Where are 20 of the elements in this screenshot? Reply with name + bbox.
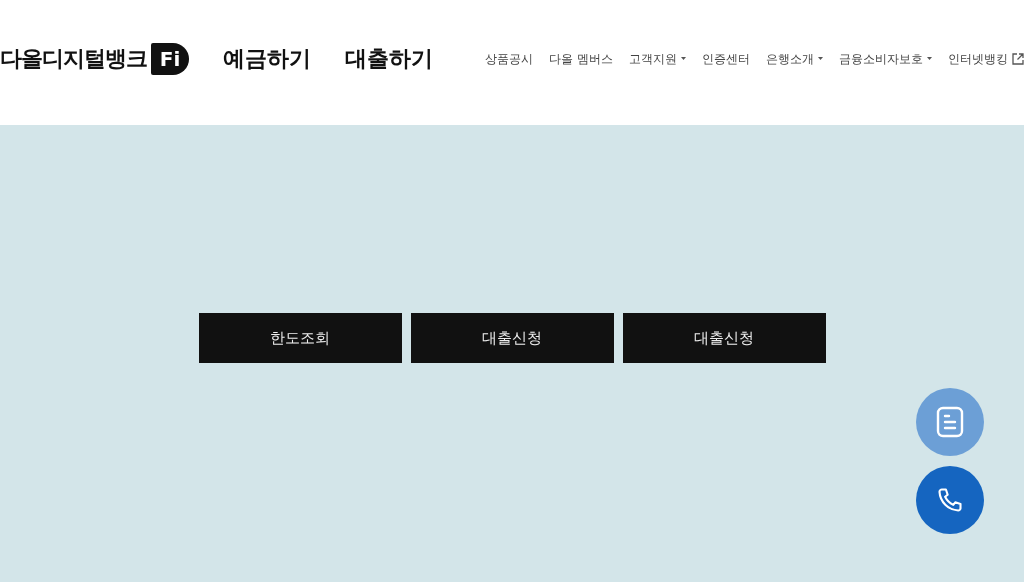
caret-icon	[681, 57, 686, 60]
nav-link[interactable]: 다올 멤버스	[549, 49, 613, 68]
logo-mark: Fi	[151, 42, 189, 75]
nav-link[interactable]: 고객지원	[629, 49, 686, 68]
nav-link[interactable]: 은행소개	[766, 49, 823, 68]
external-link-icon	[1012, 52, 1024, 65]
nav-link[interactable]: 상품공시	[485, 49, 534, 68]
action-button[interactable]: 대출신청	[410, 313, 614, 363]
action-button[interactable]: 대출신청	[622, 313, 826, 363]
nav-link[interactable]: 인터넷뱅킹	[948, 49, 1024, 68]
caret-icon	[927, 57, 932, 60]
phone-icon	[936, 486, 964, 514]
main-menu-link[interactable]: 예금하기	[222, 42, 311, 75]
action-button[interactable]: 한도조회	[198, 313, 402, 363]
nav-link[interactable]: 인증센터	[702, 49, 750, 68]
main-menu-link[interactable]: 대출하기	[344, 42, 433, 75]
caret-icon	[818, 57, 823, 60]
logo-text: 다올디지털뱅크	[0, 45, 147, 73]
nav-link[interactable]: 금융소비자보호	[839, 49, 932, 68]
document-icon	[936, 406, 964, 438]
